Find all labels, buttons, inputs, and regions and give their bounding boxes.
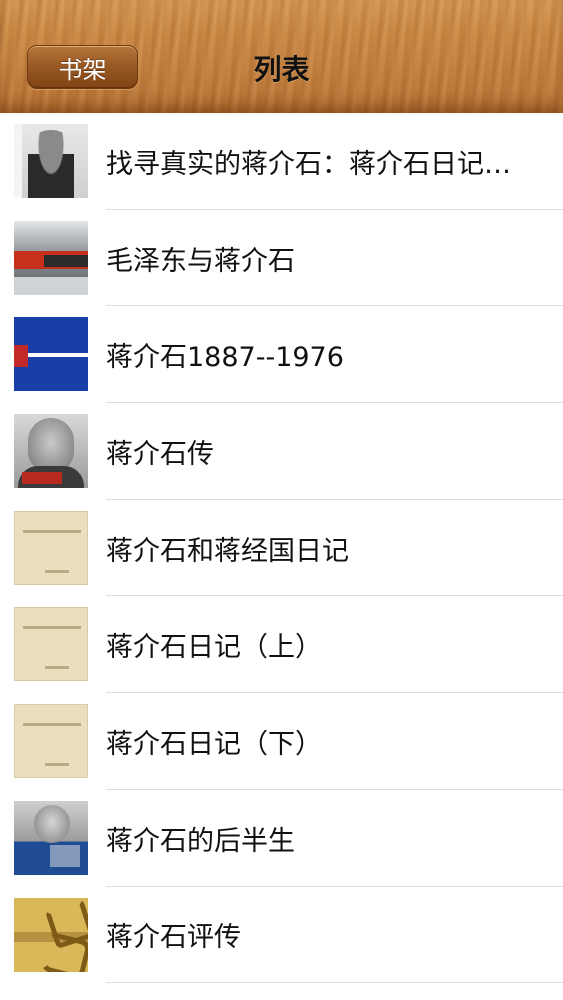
book-title: 蒋介石评传 [106,922,241,954]
book-cover-image [14,220,88,295]
app-screen: 书架 列表 找寻真实的蒋介石：蒋介石日记… 毛泽东与蒋介石 蒋介石1887--1… [0,0,563,1000]
cover-detail [22,472,62,485]
book-title: 蒋介石的后半生 [106,825,295,857]
cover-detail [28,130,74,198]
book-list: 找寻真实的蒋介石：蒋介石日记… 毛泽东与蒋介石 蒋介石1887--1976 蒋介… [0,113,563,1000]
cover-detail [28,418,74,473]
cover-detail [45,763,69,767]
cover-detail [45,569,69,573]
cover-detail [45,666,69,670]
book-title: 蒋介石日记（上） [106,632,322,664]
list-item[interactable]: 毛泽东与蒋介石 [0,210,563,307]
navigation-bar: 书架 列表 [0,0,563,114]
book-cover-image [14,510,88,585]
book-title: 蒋介石日记（下） [106,728,322,760]
cover-detail [14,276,88,295]
cover-detail [23,723,81,727]
cover-detail [14,345,28,368]
book-cover-image [14,897,88,972]
book-cover-image [14,800,88,875]
book-title: 毛泽东与蒋介石 [106,245,295,277]
book-title: 蒋介石传 [106,438,214,470]
cover-detail [44,254,88,267]
book-cover-image [14,124,88,198]
book-cover-image [14,317,88,392]
list-item[interactable]: 蒋介石日记（上） [0,596,563,693]
list-item[interactable]: 蒋介石1887--1976 [0,306,563,403]
list-item[interactable]: 蒋介石评传 [0,887,563,984]
cover-detail [14,124,22,198]
book-title: 蒋介石1887--1976 [106,342,344,374]
cover-detail [23,626,81,630]
book-cover-image [14,704,88,779]
list-item[interactable]: 找寻真实的蒋介石：蒋介石日记… [0,113,563,210]
book-title: 找寻真实的蒋介石：蒋介石日记… [106,148,511,180]
list-item[interactable]: 蒋介石日记（下） [0,693,563,790]
list-item[interactable]: 蒋介石的后半生 [0,790,563,887]
page-title: 列表 [253,53,310,86]
book-cover-image [14,414,88,489]
cover-detail [34,804,70,843]
list-item[interactable]: 蒋介石传 [0,403,563,500]
book-title: 蒋介石和蒋经国日记 [106,535,349,567]
list-item[interactable]: 蒋介石和蒋经国日记 [0,500,563,597]
cover-detail [50,844,80,867]
book-cover-image [14,607,88,682]
cover-detail [23,529,81,533]
